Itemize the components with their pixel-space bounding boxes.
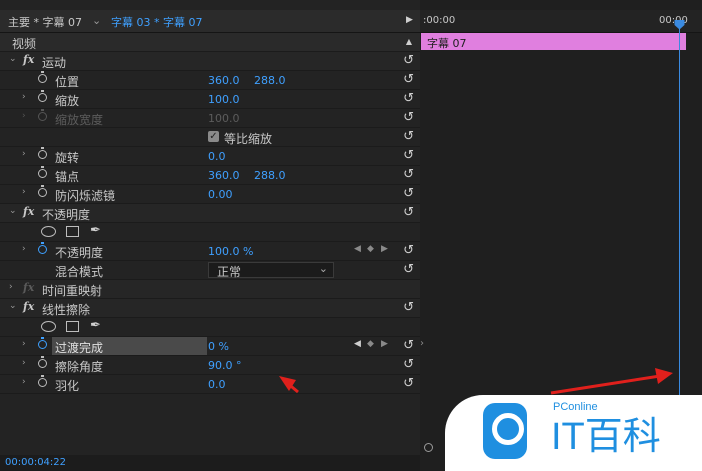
annotation-arrow-right — [550, 374, 661, 395]
logo-name: IT百科 — [551, 416, 661, 458]
logo-magnifier-icon — [492, 413, 524, 445]
logo-brand: PConline — [553, 401, 598, 413]
watermark-logo: PConline IT百科 — [445, 395, 702, 471]
annotation-arrowhead-right — [655, 368, 673, 384]
